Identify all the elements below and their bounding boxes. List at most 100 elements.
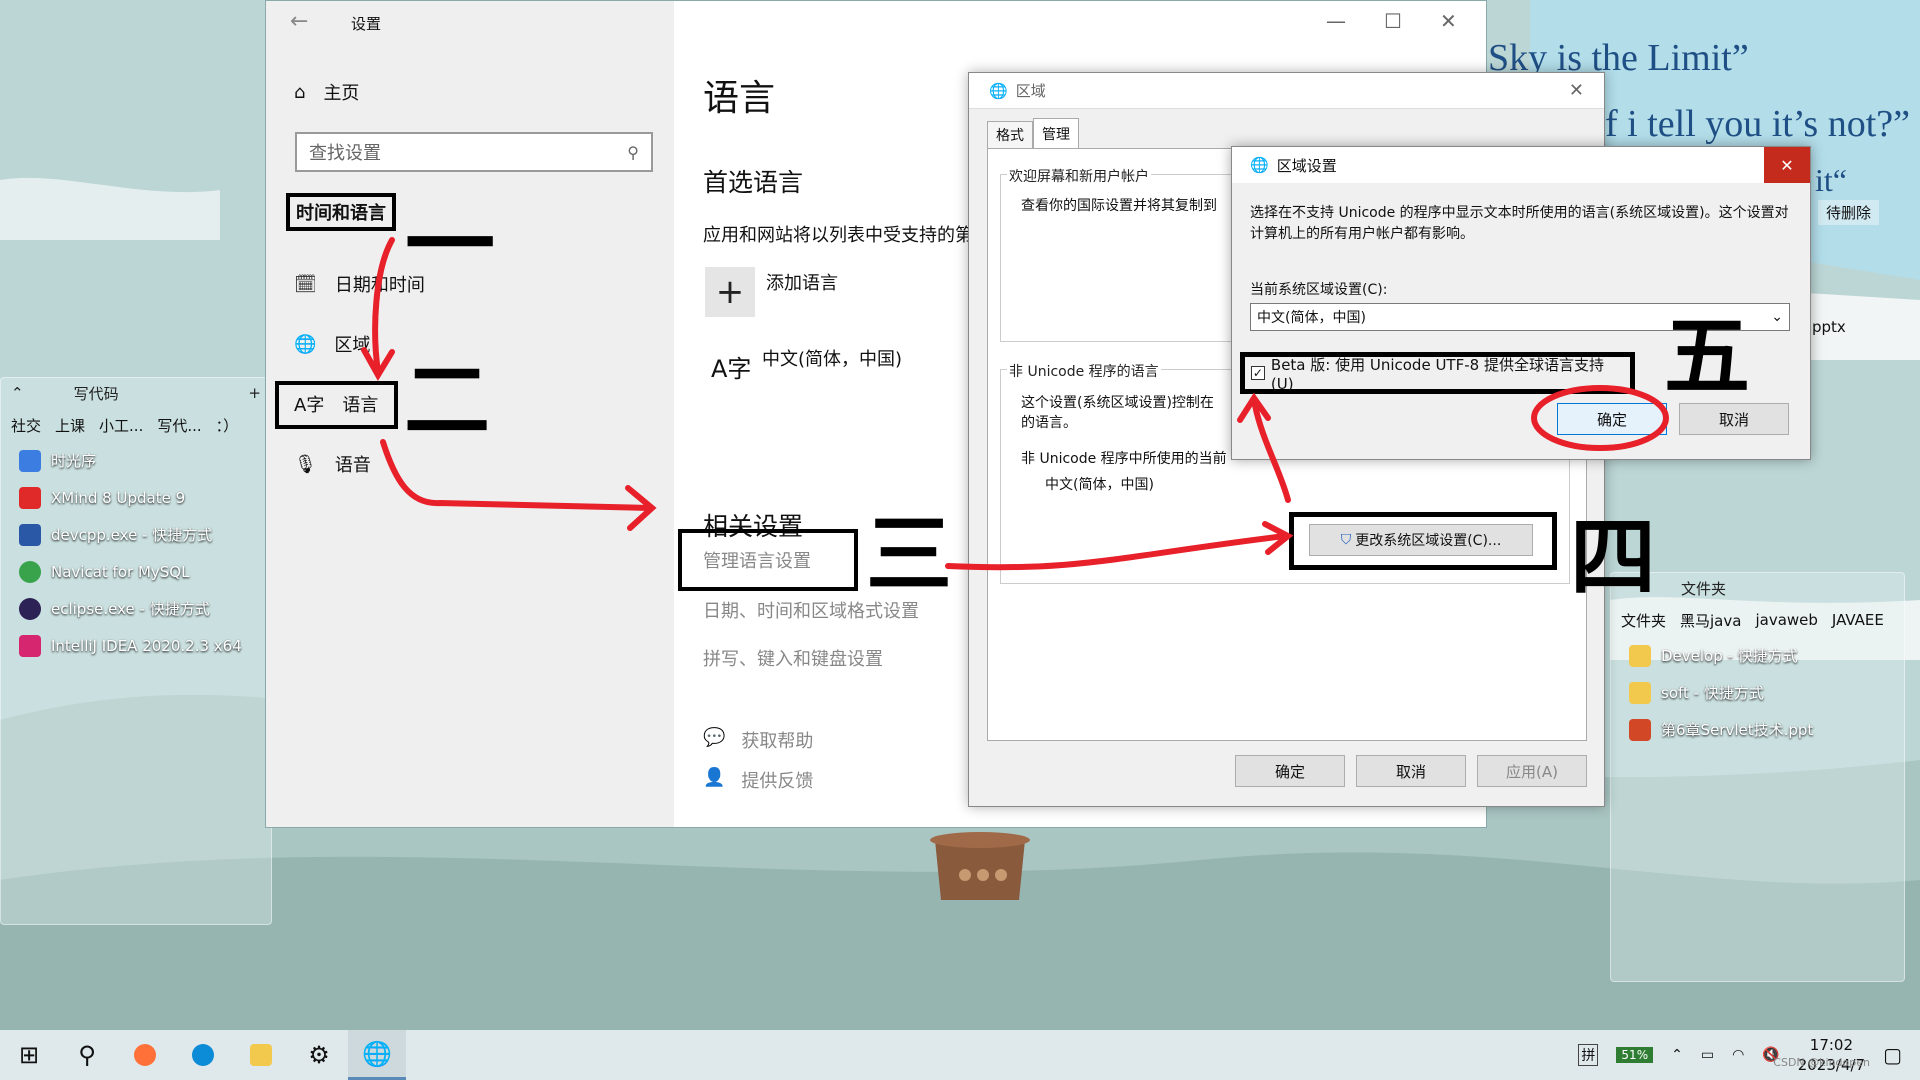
- shortcut-label: devcpp.exe - 快捷方式: [51, 526, 213, 544]
- fence-tab[interactable]: JAVAEE: [1832, 611, 1884, 629]
- wifi-icon[interactable]: ◠: [1732, 1047, 1744, 1063]
- add-language-button[interactable]: +: [705, 267, 755, 317]
- navicat-icon: [19, 560, 41, 583]
- search-button[interactable]: ⚲: [58, 1030, 116, 1080]
- region-tabs: 格式 管理: [987, 118, 1079, 148]
- close-icon[interactable]: ✕: [1569, 80, 1584, 101]
- shortcut-label: 时光序: [51, 452, 97, 470]
- ok-button[interactable]: 确定: [1235, 755, 1345, 787]
- fence-right-tabs: 文件夹 黑马java javaweb JAVAEE: [1611, 603, 1904, 637]
- battery-badge[interactable]: 51%: [1616, 1047, 1654, 1063]
- annotation-step-5: 五: [1664, 306, 1750, 407]
- apply-button[interactable]: 应用(A): [1477, 755, 1587, 787]
- desktop-shortcut[interactable]: devcpp.exe - 快捷方式: [1, 516, 271, 553]
- close-icon[interactable]: ✕: [1440, 9, 1457, 33]
- region-settings-desc: 选择在不支持 Unicode 的程序中显示文本时所使用的语言(系统区域设置)。这…: [1250, 205, 1789, 242]
- watermark: CSDN @kindopen: [1773, 1056, 1870, 1069]
- taskbar-app[interactable]: [116, 1030, 174, 1080]
- fence-left-title: 写代码: [73, 384, 119, 403]
- taskbar-app[interactable]: ⚙: [290, 1030, 348, 1080]
- settings-window-title: 设置: [351, 15, 382, 33]
- back-arrow-icon[interactable]: ←: [290, 9, 308, 34]
- system-tray: 拼 51% ⌃ ▭ ◠ 🔇 17:02 2023/4/7 ▢: [1578, 1030, 1920, 1080]
- start-button[interactable]: ⊞: [0, 1030, 58, 1080]
- fence-left-header[interactable]: ⌃ 写代码 +: [1, 378, 271, 408]
- link-spelling-keyboard[interactable]: 拼写、键入和键盘设置: [703, 645, 883, 671]
- nav-home[interactable]: ⌂ 主页: [294, 79, 359, 105]
- preferred-language-heading: 首选语言: [703, 168, 804, 197]
- get-help-link[interactable]: 💬 获取帮助: [703, 727, 813, 753]
- microphone-icon: 🎙: [294, 453, 317, 475]
- beta-utf8-option[interactable]: ✓ Beta 版: 使用 Unicode UTF-8 提供全球语言支持(U): [1240, 352, 1635, 394]
- desktop-shortcut[interactable]: eclipse.exe - 快捷方式: [1, 590, 271, 627]
- eclipse-icon: [19, 597, 41, 620]
- fence-tab[interactable]: 小工...: [99, 415, 143, 436]
- nav-item-speech[interactable]: 🎙 语音: [294, 451, 371, 477]
- unicode-desc-2: 的语言。: [1021, 415, 1077, 431]
- fence-tab[interactable]: 写代...: [157, 415, 201, 436]
- desktop-quote-3: it“: [1815, 162, 1847, 198]
- fence-tab[interactable]: 社交: [11, 415, 41, 436]
- battery-icon[interactable]: ▭: [1701, 1047, 1714, 1063]
- desktop-shortcut[interactable]: soft - 快捷方式: [1611, 674, 1904, 711]
- fence-tab[interactable]: 文件夹: [1621, 610, 1666, 631]
- taskbar-app[interactable]: [232, 1030, 290, 1080]
- shortcut-label: soft - 快捷方式: [1661, 684, 1764, 702]
- desktop-shortcut[interactable]: Navicat for MySQL: [1, 553, 271, 590]
- desktop-shortcut[interactable]: XMind 8 Update 9: [1, 479, 271, 516]
- fence-pin-icon[interactable]: ⌃: [11, 384, 24, 402]
- language-icon: A字: [711, 355, 752, 383]
- close-icon[interactable]: ✕: [1764, 147, 1810, 183]
- calendar-clock-icon: 🗓: [294, 273, 317, 295]
- clock[interactable]: 17:02 2023/4/7: [1798, 1035, 1865, 1075]
- ok-button[interactable]: 确定: [1557, 403, 1667, 435]
- desktop-badge[interactable]: 待删除: [1818, 200, 1880, 225]
- beta-utf8-checkbox[interactable]: ✓: [1251, 366, 1265, 380]
- region-dialog-titlebar: 🌐 区域 ✕: [969, 73, 1604, 109]
- add-language-label[interactable]: 添加语言: [766, 269, 838, 295]
- tab-format[interactable]: 格式: [987, 121, 1033, 148]
- region-settings-title: 区域设置: [1276, 156, 1337, 175]
- link-manage-language[interactable]: 管理语言设置: [703, 547, 811, 573]
- region-dialog-title: 区域: [1015, 82, 1046, 100]
- file-explorer-icon: [250, 1044, 272, 1066]
- shortcut-label: eclipse.exe - 快捷方式: [51, 600, 210, 618]
- help-icon: 💬: [703, 727, 726, 748]
- desktop-shortcut[interactable]: Develop - 快捷方式: [1611, 637, 1904, 674]
- desktop-pptx-label[interactable]: pptx: [1812, 318, 1846, 336]
- desktop-shortcut[interactable]: IntelliJ IDEA 2020.2.3 x64: [1, 627, 271, 664]
- language-list-item[interactable]: 中文(简体，中国): [762, 345, 902, 371]
- globe-icon: 🌐: [989, 81, 1008, 100]
- minimize-icon[interactable]: —: [1326, 9, 1346, 33]
- shortcut-label: XMind 8 Update 9: [51, 488, 186, 507]
- nav-section-title: 时间和语言: [286, 193, 396, 231]
- ime-indicator[interactable]: 拼: [1578, 1044, 1599, 1066]
- search-input[interactable]: 查找设置 ⚲: [295, 132, 653, 172]
- nav-item-language[interactable]: A字 语言: [294, 391, 378, 417]
- fence-add-icon[interactable]: +: [248, 384, 261, 402]
- desktop-shortcut[interactable]: 时光序: [1, 442, 271, 479]
- nav-item-region[interactable]: 🌐 区域: [294, 331, 370, 357]
- taskbar-app[interactable]: [174, 1030, 232, 1080]
- change-system-locale-button[interactable]: ⛉ 更改系统区域设置(C)...: [1309, 524, 1533, 556]
- nav-label: 语言: [342, 395, 379, 416]
- taskbar-app-active[interactable]: 🌐: [348, 1030, 406, 1080]
- language-icon: A字: [294, 395, 325, 416]
- tab-admin[interactable]: 管理: [1033, 118, 1079, 148]
- fence-tab[interactable]: 上课: [55, 415, 85, 436]
- welcome-desc: 查看你的国际设置并将其复制到: [1021, 198, 1217, 214]
- fence-tab[interactable]: 黑马java: [1680, 610, 1741, 631]
- fence-tab[interactable]: javaweb: [1755, 611, 1817, 629]
- ppt-icon: [1629, 718, 1651, 741]
- desktop-shortcut[interactable]: 第6章Servlet技术.ppt: [1611, 711, 1904, 748]
- maximize-icon[interactable]: ☐: [1384, 9, 1402, 33]
- region-settings-dialog: 🌐 区域设置 ✕ 选择在不支持 Unicode 的程序中显示文本时所使用的语言(…: [1231, 146, 1811, 460]
- nav-label: 语音: [334, 455, 371, 476]
- fence-tab[interactable]: ：）: [216, 415, 239, 436]
- feedback-link[interactable]: 👤 提供反馈: [703, 767, 813, 793]
- unicode-group-label: 非 Unicode 程序的语言: [1007, 361, 1161, 381]
- cancel-button[interactable]: 取消: [1679, 403, 1789, 435]
- cancel-button[interactable]: 取消: [1356, 755, 1466, 787]
- chevron-up-icon[interactable]: ⌃: [1671, 1047, 1683, 1063]
- notification-icon[interactable]: ▢: [1883, 1043, 1902, 1067]
